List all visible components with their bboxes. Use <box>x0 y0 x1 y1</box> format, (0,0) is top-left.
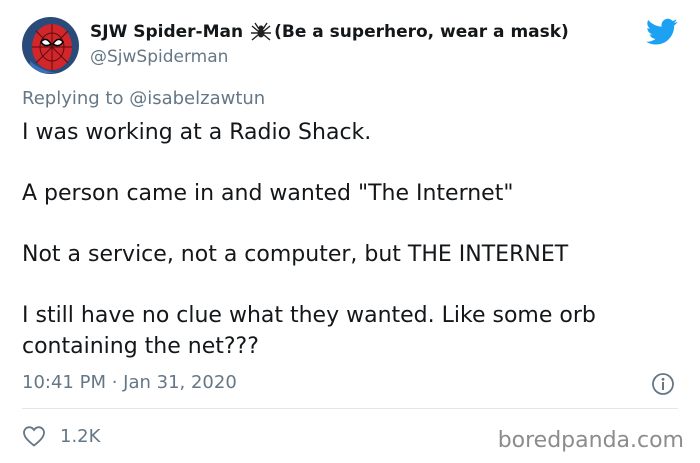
avatar[interactable] <box>22 17 79 74</box>
tweet-line: A person came in and wanted "The Interne… <box>22 181 514 206</box>
replying-to: Replying to @isabelzawtun <box>22 88 265 109</box>
reply-mention-link[interactable]: @isabelzawtun <box>129 88 265 109</box>
author-display-name-suffix[interactable]: (Be a superhero, wear a mask) <box>274 22 569 42</box>
tweet-timestamp[interactable]: 10:41 PM · Jan 31, 2020 <box>22 372 237 393</box>
spiderman-avatar-icon <box>22 17 79 74</box>
watermark: boredpanda.com <box>497 428 684 453</box>
like-button[interactable]: 1.2K <box>22 425 100 447</box>
twitter-bird-icon[interactable] <box>646 18 678 46</box>
tweet-line: Not a service, not a computer, but THE I… <box>22 242 569 267</box>
author-name-row[interactable]: SJW Spider-Man (Be a superhero, wear a m… <box>90 22 569 42</box>
spider-icon <box>251 22 272 41</box>
author-display-name[interactable]: SJW Spider-Man <box>90 22 243 42</box>
replying-to-prefix: Replying to <box>22 88 124 109</box>
tweet-line: I still have no clue what they wanted. L… <box>22 303 596 359</box>
tweet-card: SJW Spider-Man (Be a superhero, wear a m… <box>0 0 700 463</box>
heart-icon[interactable] <box>22 425 46 447</box>
author-handle[interactable]: @SjwSpiderman <box>90 47 228 67</box>
info-icon[interactable] <box>651 372 675 396</box>
tweet-line: I was working at a Radio Shack. <box>22 120 372 145</box>
like-count: 1.2K <box>60 425 101 447</box>
divider <box>22 408 678 409</box>
tweet-body: I was working at a Radio Shack. A person… <box>22 118 682 362</box>
